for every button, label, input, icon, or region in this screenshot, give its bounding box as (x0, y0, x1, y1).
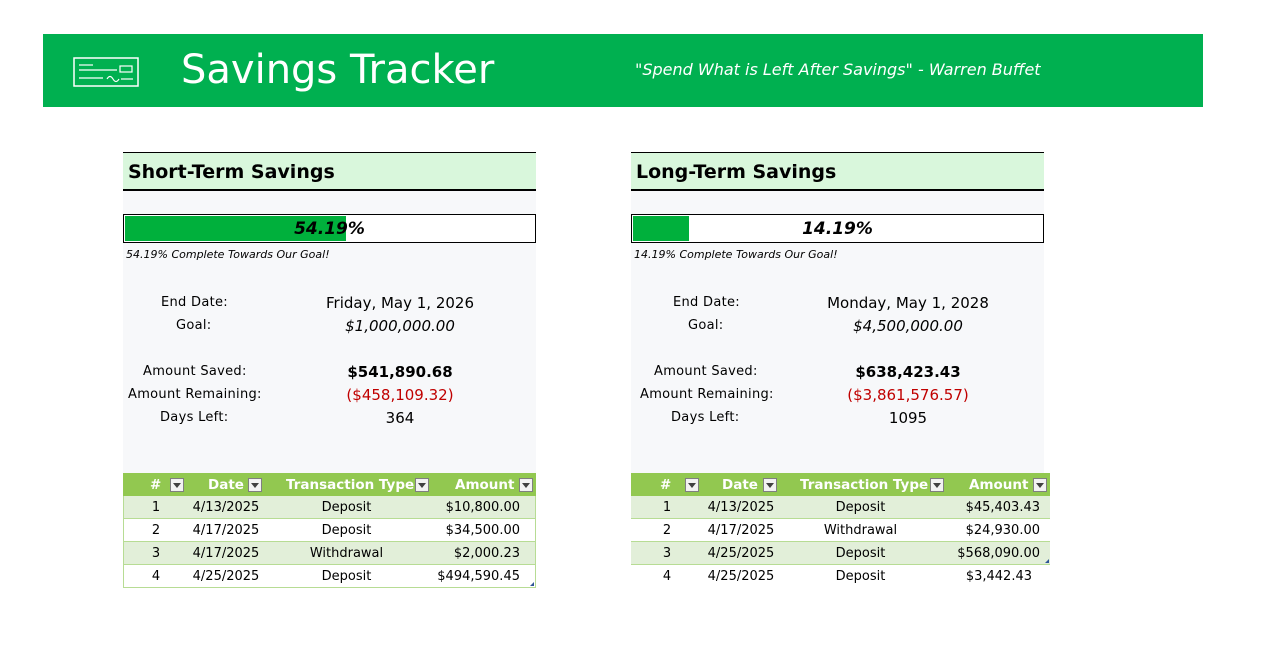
table-row[interactable]: 2 4/17/2025 Deposit $34,500.00 (124, 519, 535, 542)
days-left-value[interactable]: 364 (300, 409, 500, 427)
goal-value[interactable]: $4,500,000.00 (808, 317, 1008, 335)
days-left-label: Days Left: (671, 410, 740, 425)
column-header-number: # (660, 477, 672, 493)
end-date-value[interactable]: Friday, May 1, 2026 (300, 294, 500, 312)
table-row[interactable]: 2 4/17/2025 Withdrawal $24,930.00 (631, 519, 1050, 542)
table-row[interactable]: 4 4/25/2025 Deposit $3,442.43 (631, 565, 1050, 588)
progress-bar: 14.19% (631, 214, 1044, 243)
header-quote: "Spend What is Left After Savings" - War… (635, 60, 1041, 79)
panel-title: Short-Term Savings (128, 161, 335, 183)
end-date-label: End Date: (673, 295, 740, 310)
amount-remaining-value[interactable]: ($458,109.32) (300, 386, 500, 404)
filter-dropdown-icon[interactable] (930, 478, 944, 492)
transactions-table: # Date Transaction Type Amount 1 4/13/20… (631, 473, 1050, 588)
column-header-amount: Amount (455, 477, 515, 493)
amount-remaining-label: Amount Remaining: (128, 387, 262, 402)
progress-percent: 54.19% (294, 219, 365, 239)
end-date-value[interactable]: Monday, May 1, 2028 (808, 294, 1008, 312)
table-header: # Date Transaction Type Amount (123, 473, 536, 496)
amount-saved-value[interactable]: $638,423.43 (808, 363, 1008, 381)
amount-saved-value[interactable]: $541,890.68 (300, 363, 500, 381)
transactions-table: # Date Transaction Type Amount 1 4/13/20… (123, 473, 536, 588)
filter-dropdown-icon[interactable] (415, 478, 429, 492)
panel-title-bar: Long-Term Savings (631, 152, 1044, 191)
table-header: # Date Transaction Type Amount (631, 473, 1050, 496)
amount-remaining-label: Amount Remaining: (640, 387, 774, 402)
column-header-date: Date (208, 477, 244, 493)
filter-dropdown-icon[interactable] (248, 478, 262, 492)
table-resize-handle[interactable] (530, 582, 534, 586)
long-term-panel: Long-Term Savings 14.19% 14.19% Complete… (631, 152, 1050, 589)
panel-title-bar: Short-Term Savings (123, 152, 536, 191)
filter-dropdown-icon[interactable] (519, 478, 533, 492)
column-header-type: Transaction Type (286, 477, 415, 493)
progress-percent: 14.19% (802, 219, 873, 239)
days-left-value[interactable]: 1095 (808, 409, 1008, 427)
column-header-date: Date (722, 477, 758, 493)
amount-remaining-value[interactable]: ($3,861,576.57) (808, 386, 1008, 404)
filter-dropdown-icon[interactable] (685, 478, 699, 492)
progress-bar: 54.19% (123, 214, 536, 243)
goal-label: Goal: (176, 318, 212, 333)
progress-caption: 54.19% Complete Towards Our Goal! (126, 248, 330, 261)
table-row[interactable]: 3 4/17/2025 Withdrawal $2,000.23 (124, 542, 535, 565)
goal-label: Goal: (688, 318, 724, 333)
panel-title: Long-Term Savings (636, 161, 837, 183)
header-banner: Savings Tracker "Spend What is Left Afte… (43, 34, 1203, 107)
column-header-type: Transaction Type (800, 477, 929, 493)
table-row[interactable]: 3 4/25/2025 Deposit $568,090.00 (631, 542, 1050, 565)
filter-dropdown-icon[interactable] (1033, 478, 1047, 492)
column-header-amount: Amount (969, 477, 1029, 493)
days-left-label: Days Left: (160, 410, 229, 425)
amount-saved-label: Amount Saved: (654, 364, 758, 379)
table-row[interactable]: 4 4/25/2025 Deposit $494,590.45 (124, 565, 535, 588)
goal-value[interactable]: $1,000,000.00 (300, 317, 500, 335)
progress-caption: 14.19% Complete Towards Our Goal! (634, 248, 838, 261)
check-icon (73, 57, 139, 87)
table-row[interactable]: 1 4/13/2025 Deposit $10,800.00 (124, 496, 535, 519)
end-date-label: End Date: (161, 295, 228, 310)
table-row[interactable]: 1 4/13/2025 Deposit $45,403.43 (631, 496, 1050, 519)
filter-dropdown-icon[interactable] (763, 478, 777, 492)
page-title: Savings Tracker (181, 47, 495, 93)
table-resize-handle[interactable] (1045, 559, 1049, 563)
column-header-number: # (150, 477, 162, 493)
amount-saved-label: Amount Saved: (143, 364, 247, 379)
short-term-panel: Short-Term Savings 54.19% 54.19% Complet… (123, 152, 536, 589)
filter-dropdown-icon[interactable] (170, 478, 184, 492)
